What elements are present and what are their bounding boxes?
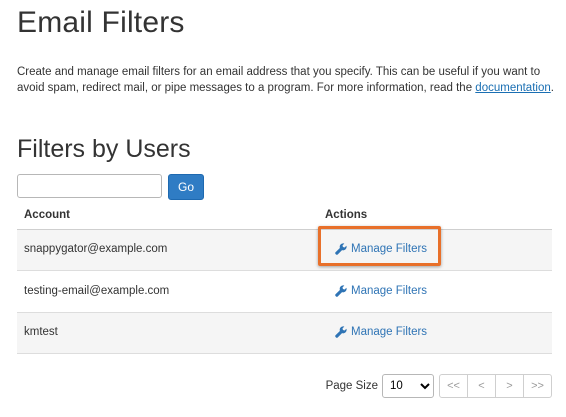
last-page-button[interactable]: >>: [523, 374, 552, 398]
manage-filters-label: Manage Filters: [351, 243, 428, 255]
page-size-label: Page Size: [325, 380, 378, 392]
column-header-account: Account: [24, 209, 70, 221]
search-input[interactable]: [17, 174, 162, 198]
wrench-icon: [335, 243, 347, 255]
table-row: kmtest Manage Filters: [17, 313, 552, 354]
next-page-button[interactable]: >: [495, 374, 524, 398]
account-cell: snappygator@example.com: [24, 243, 168, 255]
previous-page-button[interactable]: <: [467, 374, 496, 398]
account-cell: kmtest: [24, 326, 58, 338]
manage-filters-label: Manage Filters: [351, 285, 428, 297]
manage-filters-link[interactable]: Manage Filters: [335, 326, 427, 338]
page-description: Create and manage email filters for an e…: [17, 64, 557, 96]
column-header-actions: Actions: [325, 209, 368, 221]
section-title: Filters by Users: [17, 135, 191, 163]
documentation-link[interactable]: documentation: [475, 82, 550, 94]
manage-filters-label: Manage Filters: [351, 326, 428, 338]
go-button[interactable]: Go: [168, 174, 204, 200]
pagination: Page Size 10 << < > >>: [326, 373, 552, 399]
first-page-button[interactable]: <<: [439, 374, 468, 398]
filters-table: Account Actions snappygator@example.com …: [17, 204, 552, 354]
description-end: .: [550, 82, 554, 94]
manage-filters-link[interactable]: Manage Filters: [335, 243, 427, 255]
page-size-select[interactable]: 10: [382, 374, 434, 398]
wrench-icon: [335, 285, 347, 297]
table-row: snappygator@example.com Manage Filters: [17, 226, 552, 271]
table-header: Account Actions: [17, 204, 552, 230]
table-row: testing-email@example.com Manage Filters: [17, 271, 552, 313]
page-title: Email Filters: [17, 6, 185, 39]
account-cell: testing-email@example.com: [24, 285, 170, 297]
wrench-icon: [335, 326, 347, 338]
manage-filters-link[interactable]: Manage Filters: [335, 285, 427, 297]
description-text: Create and manage email filters for an e…: [17, 66, 541, 94]
